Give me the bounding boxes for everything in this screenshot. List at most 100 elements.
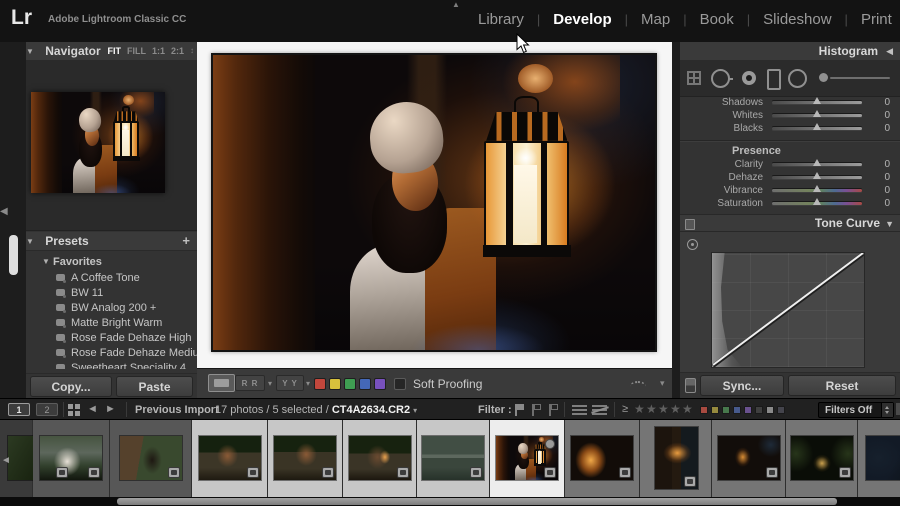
filmstrip-scrollbar-track[interactable] <box>0 497 900 506</box>
tone-curve-panel-header[interactable]: Tone Curve ▼ <box>680 214 900 232</box>
left-panel-collapse-icon[interactable]: ◀ <box>0 206 8 217</box>
chevron-down-icon[interactable]: ▾ <box>413 406 417 415</box>
slider-thumb[interactable] <box>813 97 821 104</box>
module-library[interactable]: Library <box>478 11 524 28</box>
slider-saturation[interactable]: Saturation 0 <box>680 197 900 210</box>
copy-button[interactable]: Copy... <box>30 376 112 397</box>
slider-track[interactable] <box>772 101 862 104</box>
navigator-preview-photo[interactable] <box>31 92 165 193</box>
reference-view-icon[interactable]: R R <box>235 375 265 391</box>
slider-track[interactable] <box>772 163 862 166</box>
filmstrip-cell[interactable] <box>343 420 417 497</box>
unedited-filter-icon[interactable] <box>592 405 607 415</box>
main-window-button[interactable]: 1 <box>8 403 30 416</box>
quick-collection-dot-icon[interactable] <box>545 439 555 449</box>
slider-track[interactable] <box>772 202 862 205</box>
star-icon[interactable]: ★ <box>670 402 681 416</box>
reset-button[interactable]: Reset <box>788 375 896 396</box>
filmstrip-cell[interactable] <box>417 420 490 497</box>
slideshow-arc-icon[interactable] <box>630 381 646 392</box>
photo-thumbnail[interactable] <box>120 436 182 480</box>
selection-status[interactable]: 17 photos / 5 selected / CT4A2634.CR2 ▾ <box>215 403 417 418</box>
module-develop[interactable]: Develop <box>553 11 611 28</box>
slider-track[interactable] <box>772 176 862 179</box>
rating-operator[interactable]: ≥ <box>622 403 628 415</box>
toolbar-options-chevron-icon[interactable]: ▾ <box>660 378 665 389</box>
filmstrip-cell[interactable] <box>110 420 192 497</box>
filter-lock-icon[interactable] <box>896 403 900 415</box>
adjustment-badge-icon[interactable] <box>247 467 259 478</box>
adjustment-badge-icon[interactable] <box>322 467 334 478</box>
photo-thumbnail[interactable] <box>571 436 633 480</box>
filmstrip-cell[interactable] <box>490 420 565 497</box>
filmstrip-cell[interactable] <box>192 420 268 497</box>
filmstrip-cell[interactable] <box>268 420 343 497</box>
star-icon[interactable]: ★ <box>658 402 669 416</box>
top-panel-collapse-icon[interactable]: ▲ <box>452 0 460 9</box>
disclosure-triangle-icon[interactable]: ▼ <box>885 219 894 229</box>
filter-chip-blue[interactable] <box>733 406 741 414</box>
filter-chip-none[interactable] <box>777 406 785 414</box>
adjustment-badge-icon[interactable] <box>56 467 68 478</box>
star-icon[interactable]: ★ <box>646 402 657 416</box>
slider-track[interactable] <box>772 127 862 130</box>
graduated-filter-icon[interactable] <box>767 69 781 90</box>
slider-clarity[interactable]: Clarity 0 <box>680 158 900 171</box>
zoom-fill[interactable]: FILL <box>127 42 146 60</box>
adjustment-badge-icon[interactable] <box>88 467 100 478</box>
sync-switch-icon[interactable] <box>685 378 696 393</box>
adjustment-badge-icon[interactable] <box>839 467 851 478</box>
module-map[interactable]: Map <box>641 11 670 28</box>
photo-thumbnail[interactable] <box>199 436 261 480</box>
panel-collapse-icon[interactable]: ◀ <box>886 47 893 56</box>
zoom-fit[interactable]: FIT <box>107 42 121 60</box>
left-panel-scrollbar[interactable] <box>9 235 18 275</box>
sync-button[interactable]: Sync... <box>700 375 784 396</box>
slider-thumb[interactable] <box>813 110 821 117</box>
slider-shadows[interactable]: Shadows 0 <box>680 96 900 109</box>
navigator-panel-header[interactable]: ▼ Navigator FIT FILL 1:1 2:1 ↕ <box>26 42 197 61</box>
preset-item[interactable]: Rose Fade Dehaze Medium <box>56 345 197 360</box>
slider-dehaze[interactable]: Dehaze 0 <box>680 171 900 184</box>
color-label-yellow[interactable] <box>329 378 341 390</box>
photo-thumbnail[interactable] <box>718 436 780 480</box>
filmstrip-cell[interactable] <box>33 420 110 497</box>
module-slideshow[interactable]: Slideshow <box>763 11 831 28</box>
filmstrip-cell[interactable] <box>786 420 858 497</box>
preset-item[interactable]: A Coffee Tone <box>56 270 140 285</box>
module-print[interactable]: Print <box>861 11 892 28</box>
photo-thumbnail[interactable] <box>655 427 698 489</box>
secondary-window-button[interactable]: 2 <box>36 403 58 416</box>
chevron-down-icon[interactable]: ▾ <box>306 379 310 388</box>
zoom-2-1[interactable]: 2:1 <box>171 42 184 60</box>
star-icon[interactable]: ★ <box>682 402 693 416</box>
photo-thumbnail[interactable] <box>274 436 336 480</box>
adjustment-brush-icon[interactable] <box>819 73 828 82</box>
filmstrip-cell[interactable] <box>640 420 712 497</box>
slider-thumb[interactable] <box>813 172 821 179</box>
slider-track[interactable] <box>772 189 862 192</box>
before-after-view-icon[interactable]: Y Y <box>276 375 304 391</box>
slider-vibrance[interactable]: Vibrance 0 <box>680 184 900 197</box>
filmstrip-cell[interactable] <box>712 420 786 497</box>
panel-switch-icon[interactable] <box>685 219 695 230</box>
loupe-view-icon[interactable] <box>208 374 235 392</box>
slider-thumb[interactable] <box>813 198 821 205</box>
filmstrip-cell[interactable] <box>858 420 900 497</box>
edited-filter-icon[interactable] <box>572 405 587 415</box>
star-icon[interactable]: ★ <box>634 402 645 416</box>
color-label-red[interactable] <box>314 378 326 390</box>
zoom-1-1[interactable]: 1:1 <box>152 42 165 60</box>
filter-chip-purple[interactable] <box>744 406 752 414</box>
flag-picked-icon[interactable] <box>514 404 525 416</box>
chevron-down-icon[interactable]: ▾ <box>268 379 272 388</box>
adjustment-badge-icon[interactable] <box>397 467 409 478</box>
flag-rejected-icon[interactable] <box>548 404 559 416</box>
paste-button[interactable]: Paste <box>116 376 193 397</box>
preset-item[interactable]: Rose Fade Dehaze High <box>56 330 191 345</box>
main-photo[interactable] <box>213 55 655 350</box>
preset-item[interactable]: BW Analog 200 + <box>56 300 156 315</box>
color-label-green[interactable] <box>344 378 356 390</box>
slider-whites[interactable]: Whites 0 <box>680 109 900 122</box>
filmstrip-cell[interactable] <box>565 420 640 497</box>
